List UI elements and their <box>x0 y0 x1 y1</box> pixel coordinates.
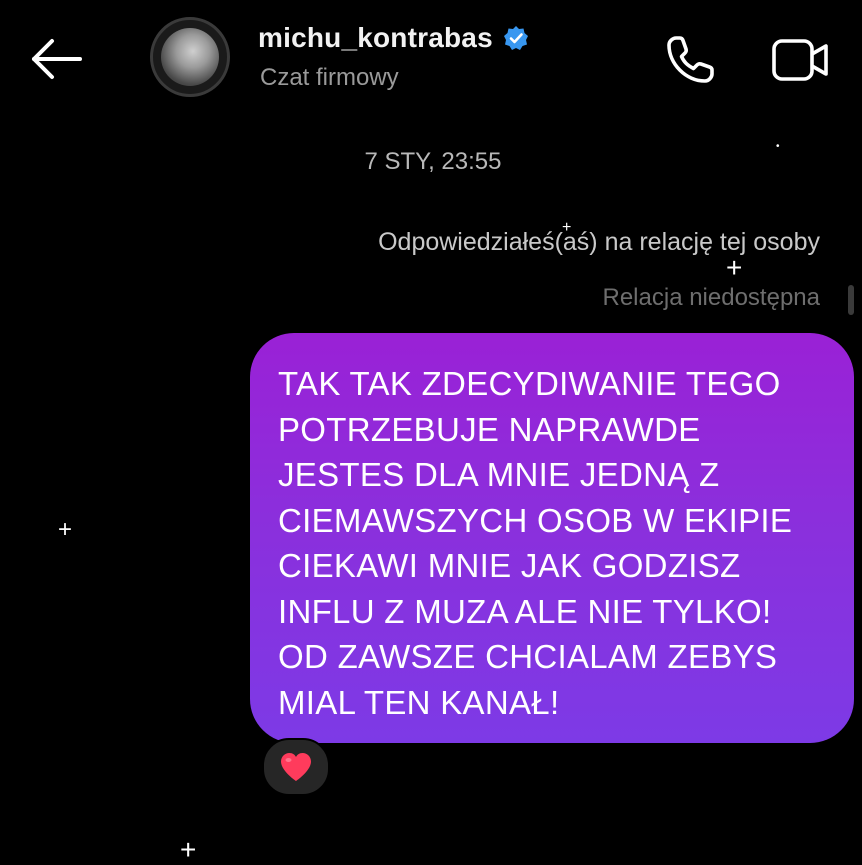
avatar[interactable] <box>150 17 230 97</box>
phone-icon <box>667 36 714 83</box>
sparkle-decoration: + <box>562 219 572 236</box>
chat-type-label: Czat firmowy <box>260 64 399 91</box>
video-camera-icon <box>772 39 828 81</box>
back-arrow-icon <box>32 39 82 79</box>
username: michu_kontrabas <box>258 22 493 53</box>
heart-icon <box>281 753 311 781</box>
verified-badge-icon <box>503 26 528 50</box>
sparkle-decoration: • <box>776 141 780 152</box>
video-call-button[interactable] <box>770 34 832 86</box>
avatar-photo <box>161 28 219 86</box>
message-text: TAK TAK ZDECYDIWANIE TEGO POTRZEBUJE NAP… <box>278 365 793 721</box>
sparkle-decoration: + <box>58 516 73 543</box>
chat-header: michu_kontrabas Czat firmowy <box>0 0 862 120</box>
message-timestamp: 7 STY, 23:55 <box>364 148 502 175</box>
profile-name-row[interactable]: michu_kontrabas <box>258 22 529 54</box>
sparkle-decoration: + <box>726 252 743 283</box>
story-unavailable-label[interactable]: Relacja niedostępna <box>603 284 821 312</box>
message-reaction[interactable] <box>262 738 330 796</box>
story-reply-note: Odpowiedziałeś(aś) na relację tej osoby <box>378 228 820 256</box>
back-button[interactable] <box>28 30 86 88</box>
audio-call-button[interactable] <box>662 32 718 88</box>
sent-message-bubble[interactable]: TAK TAK ZDECYDIWANIE TEGO POTRZEBUJE NAP… <box>250 333 854 743</box>
scroll-indicator <box>848 285 854 315</box>
